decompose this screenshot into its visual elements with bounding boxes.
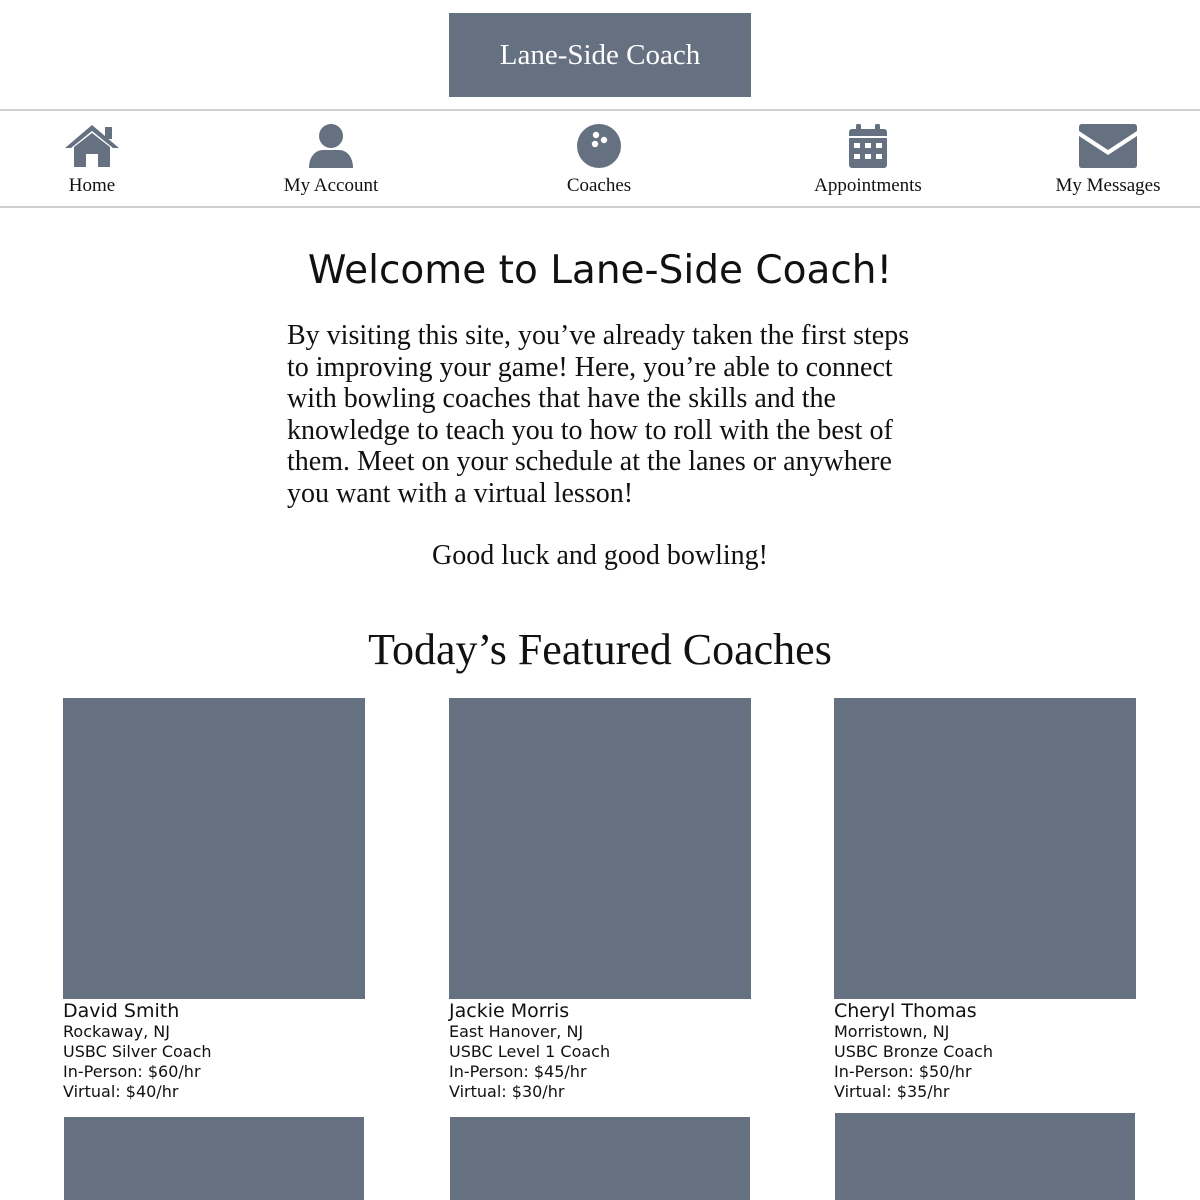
coach-certification: USBC Level 1 Coach — [449, 1042, 611, 1061]
calendar-icon — [847, 121, 889, 171]
closing-text: Good luck and good bowling! — [432, 540, 768, 571]
coach-in-person-rate: In-Person: $50/hr — [834, 1062, 972, 1081]
coach-name: Cheryl Thomas — [834, 1000, 977, 1022]
nav-item-coaches[interactable]: Coaches — [549, 111, 649, 207]
coach-virtual-rate: Virtual: $40/hr — [63, 1082, 179, 1101]
coach-location: East Hanover, NJ — [449, 1022, 584, 1041]
coach-name: Jackie Morris — [449, 1000, 570, 1022]
featured-heading: Today’s Featured Coaches — [368, 625, 832, 674]
coach-photo[interactable] — [835, 1113, 1135, 1200]
main-nav: Home My Account Coaches Appointments My … — [0, 109, 1200, 208]
page-title: Welcome to Lane-Side Coach! — [307, 248, 893, 293]
coach-photo[interactable] — [450, 1117, 750, 1200]
coach-certification: USBC Silver Coach — [63, 1042, 212, 1061]
bowling-ball-icon — [574, 121, 624, 171]
nav-item-my-messages[interactable]: My Messages — [1055, 111, 1161, 207]
coach-virtual-rate: Virtual: $35/hr — [834, 1082, 950, 1101]
nav-item-home[interactable]: Home — [42, 111, 142, 207]
coach-card[interactable]: David Smith Rockaway, NJ USBC Silver Coa… — [63, 698, 365, 1102]
coach-photo[interactable] — [834, 698, 1136, 999]
nav-label-appointments: Appointments — [814, 175, 922, 196]
coach-photo[interactable] — [63, 698, 365, 999]
coach-name: David Smith — [63, 1000, 180, 1022]
nav-label-coaches: Coaches — [566, 175, 632, 196]
coach-virtual-rate: Virtual: $30/hr — [449, 1082, 565, 1101]
intro-paragraph: By visiting this site, you’ve already ta… — [287, 320, 910, 509]
coach-location: Morristown, NJ — [834, 1022, 950, 1041]
nav-label-my-account: My Account — [283, 175, 379, 196]
nav-item-appointments[interactable]: Appointments — [814, 111, 922, 207]
coach-photo[interactable] — [64, 1117, 364, 1200]
site-logo[interactable]: Lane-Side Coach — [449, 13, 751, 97]
nav-label-my-messages: My Messages — [1055, 175, 1161, 196]
coach-card[interactable]: Jackie Morris East Hanover, NJ USBC Leve… — [449, 698, 751, 1102]
nav-label-home: Home — [68, 175, 116, 196]
user-icon — [306, 121, 356, 171]
coach-in-person-rate: In-Person: $45/hr — [449, 1062, 587, 1081]
home-icon — [62, 121, 122, 171]
coach-photo[interactable] — [449, 698, 751, 999]
envelope-icon — [1076, 121, 1140, 171]
coach-card[interactable]: Cheryl Thomas Morristown, NJ USBC Bronze… — [834, 698, 1136, 1102]
coach-certification: USBC Bronze Coach — [834, 1042, 993, 1061]
nav-item-my-account[interactable]: My Account — [281, 111, 381, 207]
coach-in-person-rate: In-Person: $60/hr — [63, 1062, 201, 1081]
coach-location: Rockaway, NJ — [63, 1022, 170, 1041]
